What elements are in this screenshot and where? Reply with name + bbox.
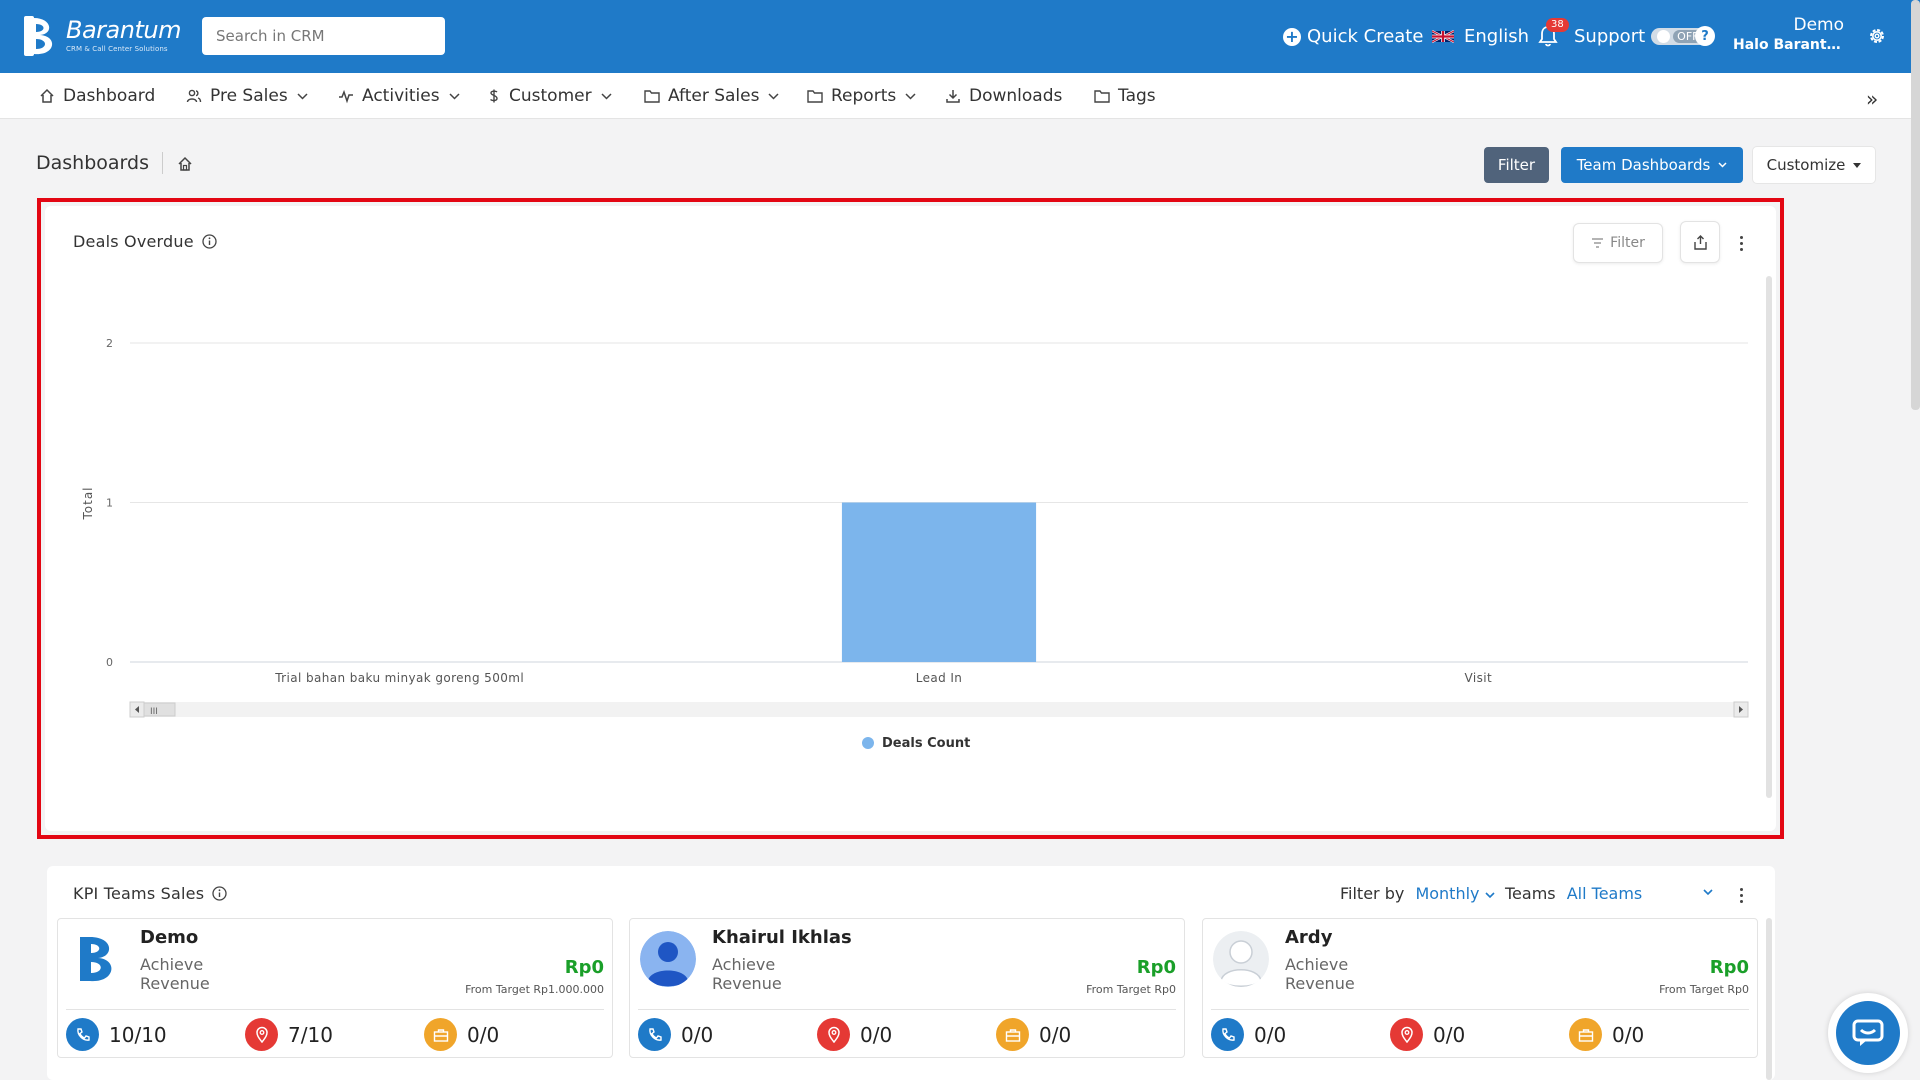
member-revenue-value: Rp0 (1136, 957, 1176, 978)
divider (66, 1009, 604, 1010)
bar (841, 502, 1037, 662)
member-card[interactable]: Demo Achieve Revenue Rp0 From Target Rp1.… (57, 918, 613, 1058)
kpi-scrollbar[interactable] (1766, 918, 1772, 1080)
legend-label: Deals Count (882, 736, 970, 751)
location-pin-icon (817, 1018, 850, 1051)
member-target: From Target Rp0 (1659, 983, 1749, 996)
phone-icon (638, 1018, 671, 1051)
deals-stat: 0/0 (424, 1018, 499, 1051)
filter-by-label: Filter by (1340, 884, 1405, 903)
x-tick-label: Lead In (916, 671, 963, 685)
calls-stat: 0/0 (1211, 1018, 1286, 1051)
y-tick-label: 0 (106, 656, 113, 669)
y-axis-label: Total (81, 486, 95, 520)
kpi-teams-filter: Teams All Teams (1505, 884, 1642, 903)
grey-person-avatar (1213, 931, 1269, 987)
chevron-down-icon[interactable] (1703, 889, 1713, 896)
kpi-menu-kebab-icon[interactable] (1731, 885, 1751, 905)
member-name: Khairul Ikhlas (712, 927, 852, 948)
x-tick-label: Visit (1465, 671, 1493, 685)
member-achieve: Achieve Revenue (140, 955, 210, 993)
divider (638, 1009, 1176, 1010)
deals-value: 0/0 (1612, 1022, 1645, 1047)
location-pin-icon (1390, 1018, 1423, 1051)
briefcase-icon (1569, 1018, 1602, 1051)
kpi-title-row: KPI Teams Sales (73, 884, 227, 903)
teams-select[interactable]: All Teams (1567, 884, 1643, 903)
visits-stat: 0/0 (1390, 1018, 1465, 1051)
kpi-filter-by: Filter by Monthly (1340, 884, 1495, 903)
deals-stat: 0/0 (1569, 1018, 1644, 1051)
chevron-down-icon (1485, 892, 1495, 899)
member-target: From Target Rp1.000.000 (465, 983, 604, 996)
filter-by-select[interactable]: Monthly (1415, 884, 1479, 903)
x-tick-label: Trial bahan baku minyak goreng 500ml (274, 671, 524, 685)
y-tick-label: 2 (106, 337, 113, 350)
visits-value: 0/0 (1433, 1022, 1466, 1047)
member-achieve: Achieve Revenue (712, 955, 782, 993)
member-name: Ardy (1285, 927, 1333, 948)
visits-value: 7/10 (288, 1022, 333, 1047)
member-target: From Target Rp0 (1086, 983, 1176, 996)
chart-navigator-grip: III (150, 707, 158, 717)
calls-value: 0/0 (1254, 1022, 1287, 1047)
page-scrollbar[interactable] (1911, 0, 1920, 410)
chat-button[interactable] (1828, 993, 1908, 1073)
visits-value: 0/0 (860, 1022, 893, 1047)
barantum-logo-avatar (80, 937, 112, 982)
member-name: Demo (140, 927, 199, 948)
briefcase-icon (996, 1018, 1029, 1051)
member-card[interactable]: Khairul Ikhlas Achieve Revenue Rp0 From T… (629, 918, 1185, 1058)
phone-icon (1211, 1018, 1244, 1051)
info-icon[interactable] (212, 886, 227, 901)
deals-value: 0/0 (1039, 1022, 1072, 1047)
calls-value: 0/0 (681, 1022, 714, 1047)
chart-navigator-track (130, 702, 1748, 717)
location-pin-icon (245, 1018, 278, 1051)
deals-value: 0/0 (467, 1022, 500, 1047)
member-revenue-value: Rp0 (1709, 957, 1749, 978)
briefcase-icon (424, 1018, 457, 1051)
deals-stat: 0/0 (996, 1018, 1071, 1051)
member-revenue-value: Rp0 (564, 957, 604, 978)
calls-value: 10/10 (109, 1022, 167, 1047)
calls-stat: 0/0 (638, 1018, 713, 1051)
calls-stat: 10/10 (66, 1018, 167, 1051)
legend-marker (862, 737, 874, 749)
visits-stat: 7/10 (245, 1018, 333, 1051)
blue-person-avatar (640, 931, 696, 987)
divider (1211, 1009, 1749, 1010)
visits-stat: 0/0 (817, 1018, 892, 1051)
chat-bubble-icon (1836, 1001, 1900, 1065)
member-achieve: Achieve Revenue (1285, 955, 1355, 993)
kpi-title: KPI Teams Sales (73, 884, 205, 903)
y-tick-label: 1 (106, 497, 113, 510)
member-card[interactable]: Ardy Achieve Revenue Rp0 From Target Rp0 … (1202, 918, 1758, 1058)
teams-label: Teams (1505, 884, 1556, 903)
phone-icon (66, 1018, 99, 1051)
